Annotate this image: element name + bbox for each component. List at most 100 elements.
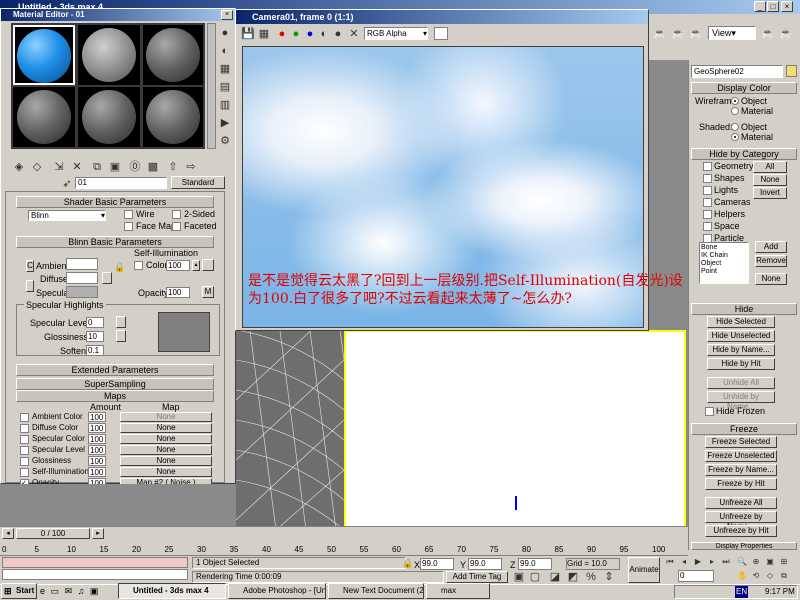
current-frame-field[interactable]: 0 — [678, 570, 714, 582]
previous-frame-icon[interactable]: ◂ — [678, 556, 690, 568]
object-name-field[interactable]: GeoSphere02 — [691, 65, 783, 78]
face-map-checkbox[interactable] — [124, 222, 133, 231]
map-slot-button[interactable]: None — [120, 445, 212, 455]
hide-by-hit-button[interactable]: Hide by Hit — [707, 358, 775, 370]
shaded-material-radio[interactable] — [731, 133, 739, 141]
wire-checkbox[interactable] — [124, 210, 133, 219]
glossiness-map-button[interactable] — [116, 330, 126, 342]
map-amount-spinner[interactable]: 100 — [88, 434, 106, 444]
unfreeze-by-name-button[interactable]: Unfreeze by Name... — [705, 511, 777, 531]
self-illum-spinner[interactable]: 100 — [166, 260, 190, 271]
diffuse-map-button[interactable] — [102, 272, 112, 284]
sample-slots-scrollbar[interactable] — [207, 23, 216, 149]
snap-toggle-icon[interactable]: ◪ — [548, 570, 562, 584]
x-coordinate[interactable]: 99.0 — [420, 558, 454, 570]
shader-type-select[interactable]: Blinn ▾ — [28, 210, 106, 221]
freeze-header[interactable]: Freeze — [691, 423, 797, 435]
time-slider[interactable]: 0 / 100 — [16, 528, 90, 539]
desktop-icon[interactable]: ▭ — [51, 586, 60, 596]
unhide-by-name-button[interactable]: Unhide by Name... — [707, 391, 775, 411]
render-type-icon[interactable]: ☕ — [760, 26, 776, 42]
close-button[interactable]: × — [781, 1, 793, 12]
add-time-tag-button[interactable]: Add Time Tag — [446, 571, 508, 583]
map-enable-checkbox[interactable] — [20, 468, 29, 477]
specular-level-spinner[interactable]: 0 — [86, 317, 104, 328]
start-button[interactable]: ⊞ Start — [1, 583, 37, 599]
reset-material-icon[interactable]: ✕ — [69, 159, 85, 175]
y-coordinate[interactable]: 99.0 — [468, 558, 502, 570]
faceted-checkbox[interactable] — [172, 222, 181, 231]
display-properties-header[interactable]: Display Properties — [691, 542, 797, 550]
map-amount-spinner[interactable]: 100 — [88, 445, 106, 455]
list-remove-button[interactable]: Remove — [755, 255, 787, 267]
folder-icon[interactable]: ▣ — [90, 586, 99, 596]
put-to-library-icon[interactable]: ▣ — [107, 159, 123, 175]
display-color-header[interactable]: Display Color — [691, 82, 797, 94]
arc-rotate-icon[interactable]: ⟲ — [750, 570, 762, 582]
unhide-all-button[interactable]: Unhide All — [707, 377, 775, 389]
go-to-start-icon[interactable]: ⏮ — [664, 556, 676, 568]
supersampling-header[interactable]: SuperSampling — [16, 378, 214, 390]
quick-render-icon[interactable]: ☕ — [670, 26, 686, 42]
list-item[interactable]: Bone — [701, 244, 747, 252]
background-icon[interactable]: ▦ — [217, 61, 233, 77]
hide-selected-button[interactable]: Hide Selected — [707, 316, 775, 328]
animate-button[interactable]: Animate — [628, 557, 660, 583]
outlook-icon[interactable]: ✉ — [65, 586, 73, 596]
lock-icon[interactable]: 🔒 — [114, 262, 125, 272]
task-3dsmax[interactable]: Untitled - 3ds max 4 — [118, 583, 226, 599]
freeze-by-name-button[interactable]: Freeze by Name... — [705, 464, 777, 476]
category-lights-checkbox[interactable] — [703, 186, 712, 195]
shaded-object-radio[interactable] — [731, 123, 739, 131]
hide-by-name-button[interactable]: Hide by Name... — [707, 344, 775, 356]
map-enable-checkbox[interactable] — [20, 424, 29, 433]
task-notepad[interactable]: New Text Document (2).t... — [328, 583, 424, 599]
sample-slot-4[interactable] — [13, 87, 75, 147]
angle-snap-icon[interactable]: ◩ — [566, 570, 580, 584]
freeze-selected-button[interactable]: Freeze Selected — [705, 436, 777, 448]
zoom-icon[interactable]: 🔍 — [736, 556, 748, 568]
map-amount-spinner[interactable]: 100 — [88, 478, 106, 484]
opacity-spinner[interactable]: 100 — [166, 287, 190, 298]
object-color-swatch[interactable] — [786, 65, 797, 77]
go-to-parent-icon[interactable]: ⇧ — [165, 159, 181, 175]
material-effects-icon[interactable]: ⓪ — [127, 159, 143, 175]
map-amount-spinner[interactable]: 100 — [88, 467, 106, 477]
freeze-by-hit-button[interactable]: Freeze by Hit — [705, 478, 777, 490]
video-color-icon[interactable]: ▥ — [217, 97, 233, 113]
map-enable-checkbox[interactable] — [20, 413, 29, 422]
sample-slot-3[interactable] — [143, 25, 203, 85]
map-slot-button[interactable]: None — [120, 412, 212, 422]
color-swatch[interactable] — [434, 27, 448, 40]
lock-selection-icon[interactable]: 🔒 — [402, 557, 414, 569]
save-icon[interactable]: 💾 — [240, 26, 256, 42]
category-list[interactable]: Bone IK Chain Object Point — [699, 242, 749, 284]
minimize-button[interactable]: _ — [754, 1, 766, 12]
maximize-viewport-icon[interactable]: ⧉ — [778, 570, 790, 582]
material-name-field[interactable]: 01 — [75, 177, 167, 189]
freeze-unselected-button[interactable]: Freeze Unselected — [705, 450, 777, 462]
blinn-basic-header[interactable]: Blinn Basic Parameters — [16, 236, 214, 248]
diffuse-swatch[interactable] — [66, 272, 98, 284]
map-slot-button[interactable]: Map #2 ( Noise ) — [120, 478, 212, 484]
list-add-button[interactable]: Add — [755, 241, 787, 253]
zoom-extents-all-icon[interactable]: ⊞ — [778, 556, 790, 568]
specular-level-map-button[interactable] — [116, 316, 126, 328]
category-geometry-checkbox[interactable] — [703, 162, 712, 171]
specular-lock-bracket[interactable] — [26, 280, 34, 292]
view-select[interactable]: View▾ — [708, 26, 756, 40]
category-cameras-checkbox[interactable] — [703, 198, 712, 207]
crossing-icon[interactable]: ▢ — [528, 570, 542, 584]
map-enable-checkbox[interactable]: ✓ — [20, 479, 29, 484]
list-item[interactable]: Point — [701, 268, 747, 276]
extended-params-header[interactable]: Extended Parameters — [16, 364, 214, 376]
hide-header[interactable]: Hide — [691, 303, 797, 315]
sample-slot-5[interactable] — [78, 87, 140, 147]
sample-slot-2[interactable] — [78, 25, 140, 85]
glossiness-spinner[interactable]: 10 — [86, 331, 104, 342]
category-shapes-checkbox[interactable] — [703, 174, 712, 183]
spinner-snap-icon[interactable]: ⇕ — [602, 570, 616, 584]
list-none-button[interactable]: None — [755, 273, 787, 285]
go-forward-icon[interactable]: ⇨ — [183, 159, 199, 175]
assign-material-icon[interactable]: ⇲ — [51, 159, 67, 175]
